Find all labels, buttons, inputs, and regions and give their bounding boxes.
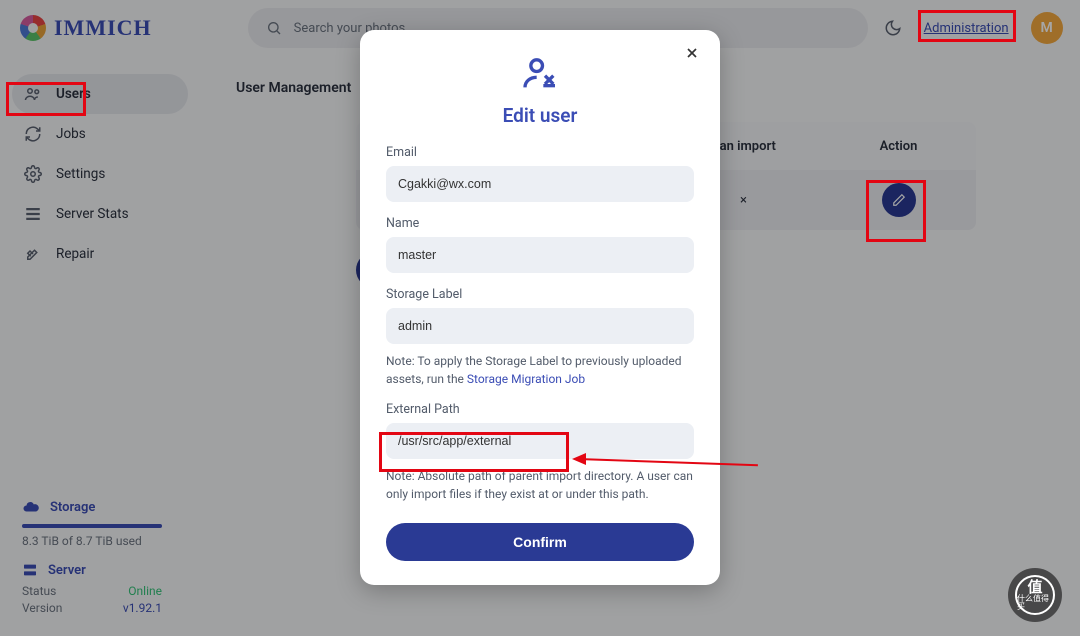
user-edit-icon [520,54,560,94]
name-label: Name [386,216,694,231]
external-path-field[interactable] [386,423,694,459]
external-path-label: External Path [386,402,694,417]
storage-label-field[interactable] [386,308,694,344]
storage-migration-link[interactable]: Storage Migration Job [467,372,585,386]
watermark: 值 什么值得买 [1008,568,1062,622]
external-path-note: Note: Absolute path of parent import dir… [386,467,694,503]
storage-label-note: Note: To apply the Storage Label to prev… [386,352,694,388]
name-field[interactable] [386,237,694,273]
confirm-button[interactable]: Confirm [386,523,694,561]
edit-user-modal: Edit user Email Name Storage Label Note:… [360,30,720,585]
modal-title: Edit user [503,104,578,127]
storage-label-label: Storage Label [386,287,694,302]
close-button[interactable] [678,44,706,62]
email-label: Email [386,145,694,160]
email-field[interactable] [386,166,694,202]
